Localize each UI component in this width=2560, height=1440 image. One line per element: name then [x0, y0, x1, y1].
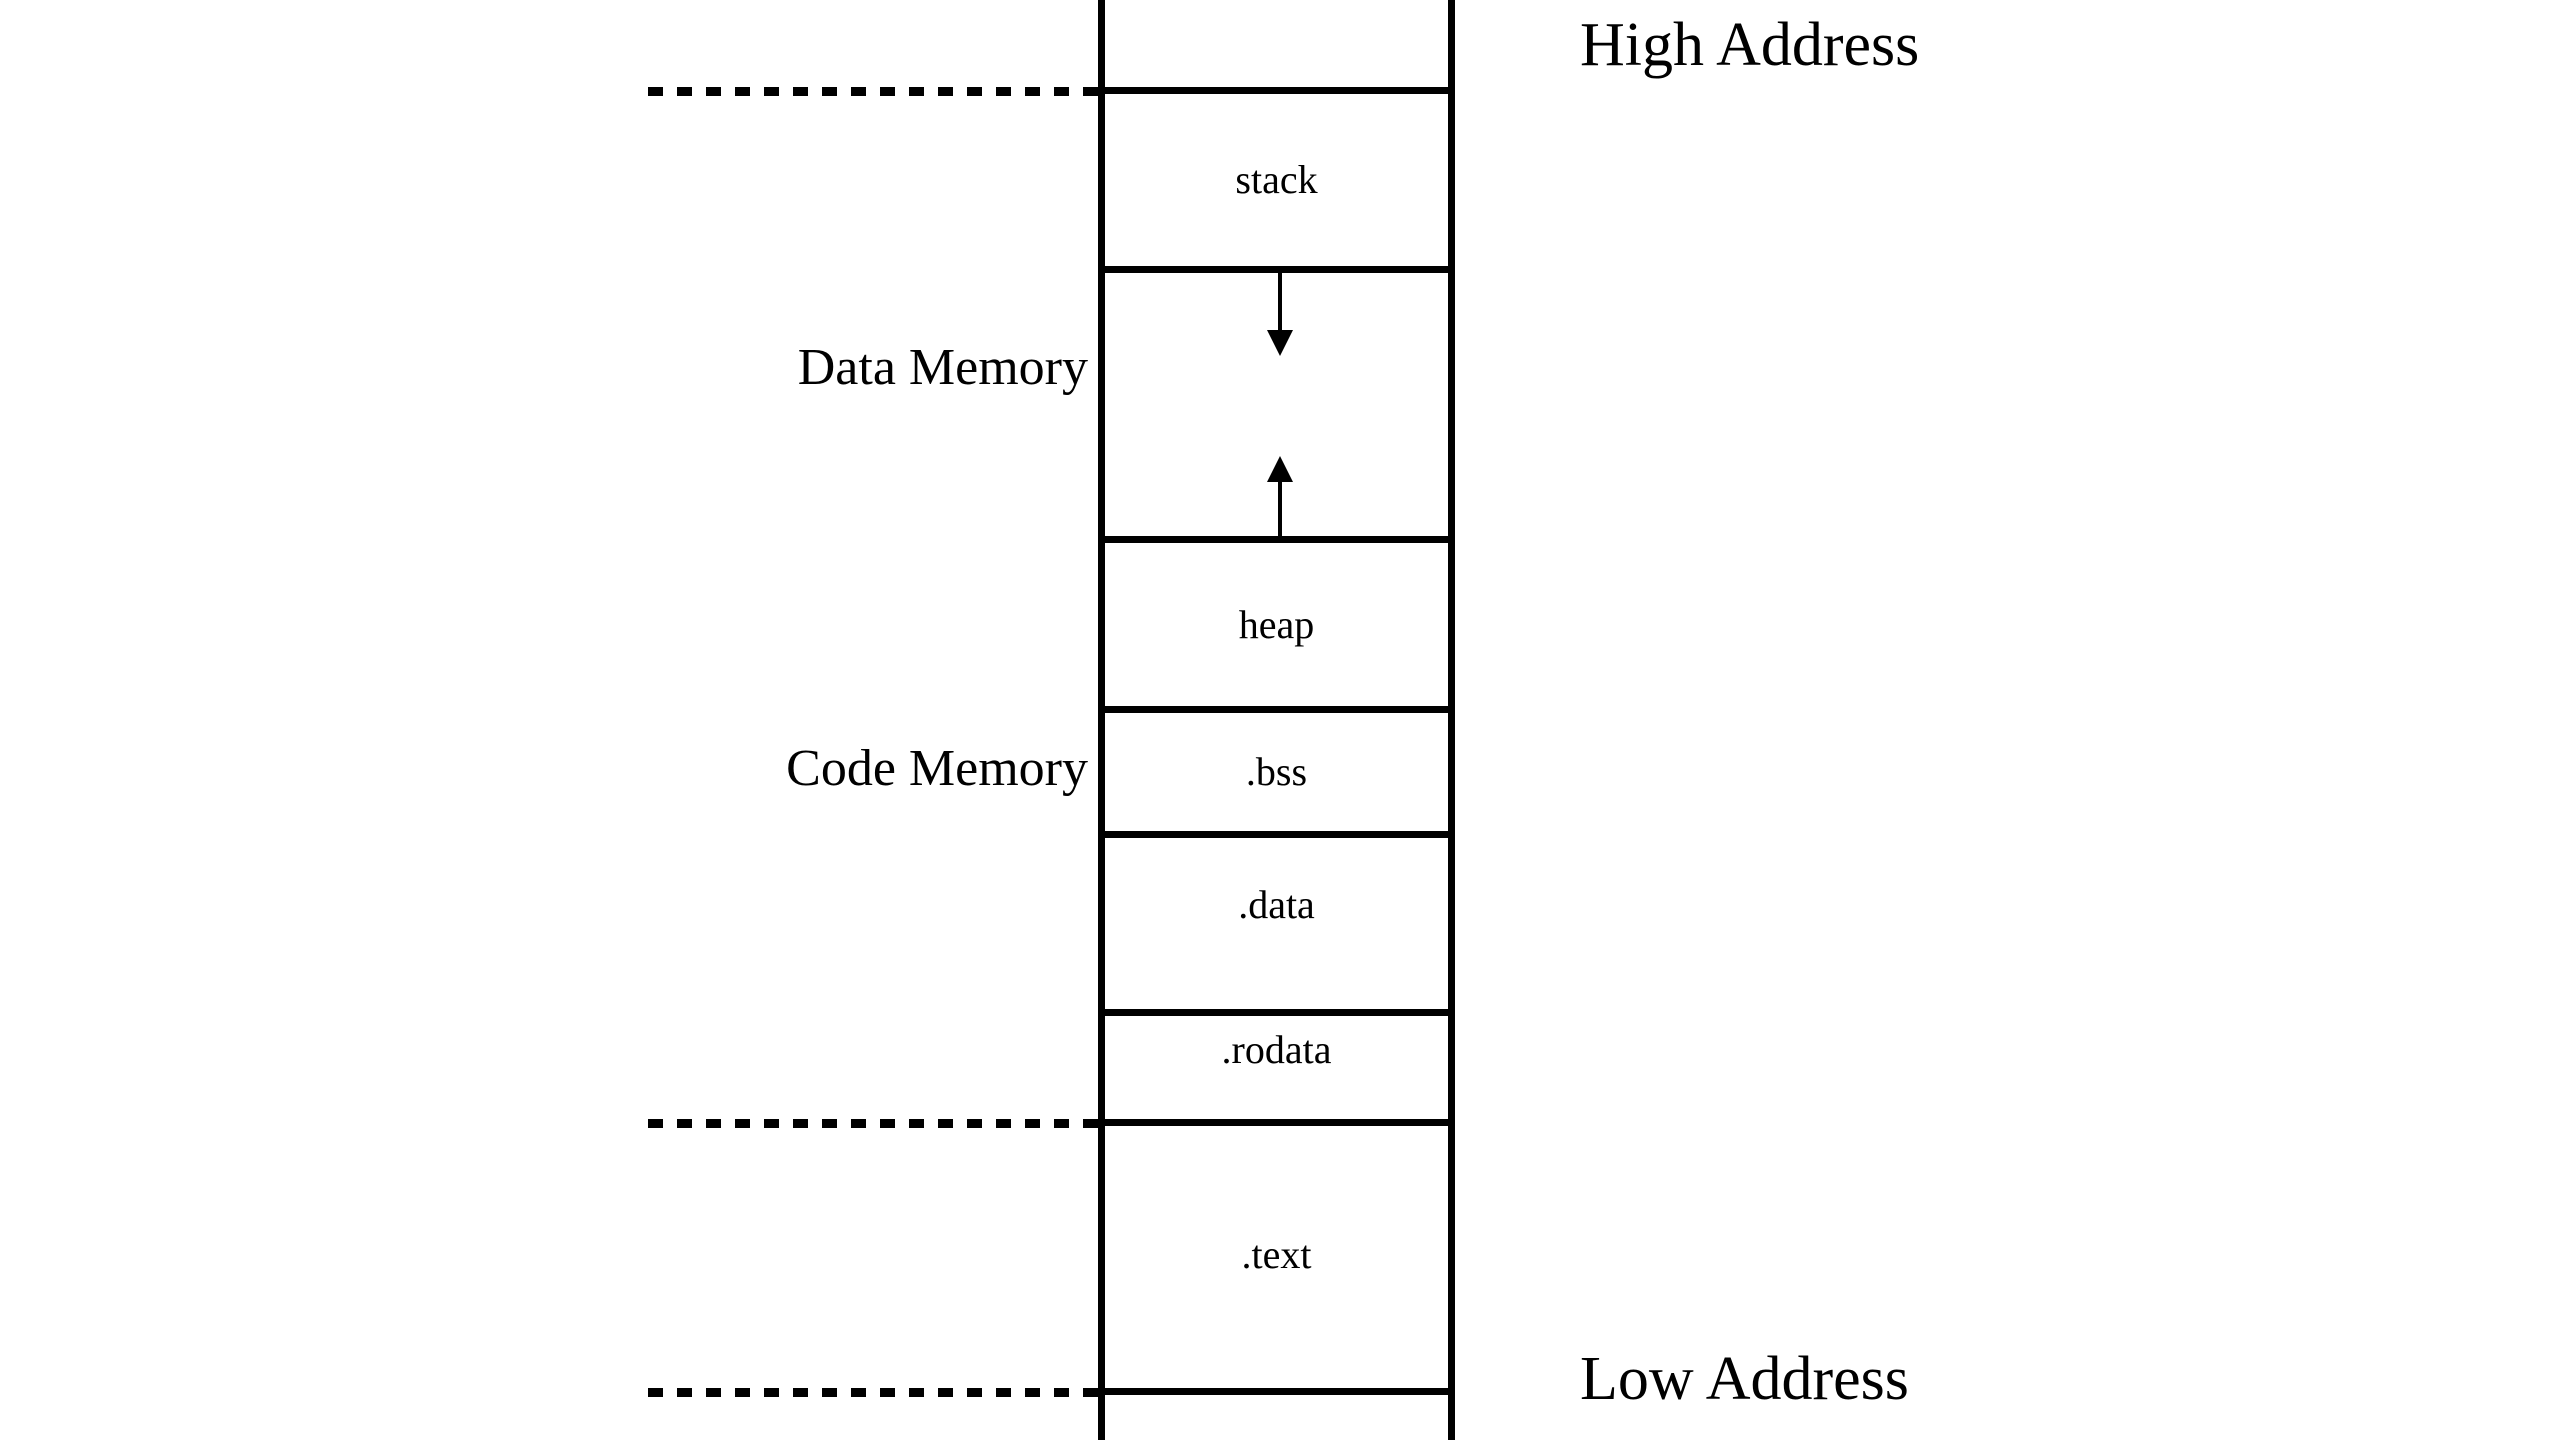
rule-stack-top — [1098, 87, 1455, 94]
rule-stack-bottom — [1098, 266, 1455, 273]
segment-label-heap: heap — [1238, 602, 1315, 647]
segment-label-stack: stack — [1235, 157, 1318, 202]
segment-label-rodata: .rodata — [1221, 1027, 1332, 1072]
rule-bss-bottom — [1098, 831, 1455, 838]
rule-text-bottom — [1098, 1388, 1455, 1395]
segment-label-data: .data — [1238, 882, 1315, 927]
region-label-data-memory: Data Memory — [797, 339, 1088, 396]
rule-heap-bottom — [1098, 706, 1455, 713]
segment-label-text: .text — [1241, 1232, 1312, 1277]
memory-layout-diagram: Data Memory Code Memory stack heap .bss … — [0, 0, 2560, 1440]
arrow-shaft-down — [1278, 270, 1282, 334]
arrow-shaft-up — [1278, 481, 1282, 540]
address-label-low: Low Address — [1580, 1345, 1909, 1414]
column-border-left — [1098, 0, 1105, 1440]
address-label-high: High Address — [1580, 11, 1920, 79]
leader-line-code-data-boundary — [648, 1119, 1100, 1128]
leader-line-high-address — [648, 87, 1100, 96]
arrow-head-up-icon — [1267, 456, 1293, 482]
column-border-right — [1448, 0, 1455, 1440]
arrow-head-down-icon — [1267, 330, 1293, 356]
segment-label-bss: .bss — [1245, 749, 1308, 794]
region-label-code-memory: Code Memory — [786, 740, 1088, 797]
rule-heap-top — [1098, 536, 1455, 543]
memory-column: stack heap .bss .data .rodata .text — [1098, 0, 1455, 1440]
rule-rodata-bottom — [1098, 1119, 1455, 1126]
leader-line-low-address — [648, 1388, 1100, 1397]
rule-data-bottom — [1098, 1009, 1455, 1016]
